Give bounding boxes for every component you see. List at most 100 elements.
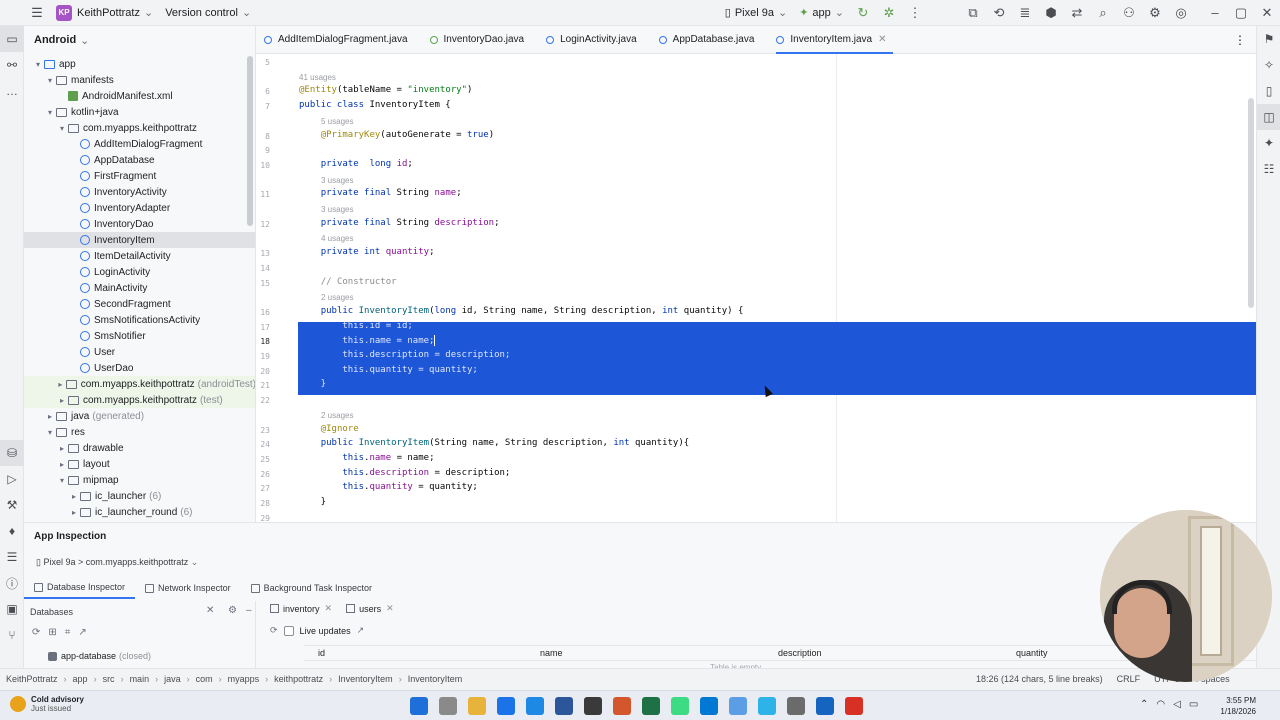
run-icon[interactable]: ▷ [0,466,24,492]
code-editor[interactable]: 5 41 usages 6 @Entity(tableName = "inventor… [256,54,1256,522]
code-line[interactable]: this.id = id; [299,321,412,331]
tree-item[interactable]: ▾ app [24,56,255,72]
notifications-icon[interactable]: ⚑ [1257,26,1280,52]
editor-tab[interactable]: AppDatabase.java [651,26,769,54]
breadcrumb-item[interactable]: myapps [228,674,260,684]
run-config-selector[interactable]: ✦ app ⌄ [793,0,850,26]
close-tab-icon[interactable]: ✕ [878,34,886,45]
expand-arrow-icon[interactable]: ▾ [56,124,68,133]
breadcrumb-item[interactable]: java [164,674,181,684]
tree-item[interactable]: InventoryItem [24,232,255,248]
query-icon[interactable]: ⌗ [65,627,71,638]
close-icon[interactable]: ✕ [325,603,333,614]
tree-item[interactable]: AddItemDialogFragment [24,136,255,152]
tree-item[interactable]: ▾ mipmap [24,472,255,488]
running-devices-icon[interactable]: ▯ [1257,78,1280,104]
column-description[interactable]: description [778,648,822,658]
device-manager-icon[interactable]: ⧉ [960,0,986,26]
battery-icon[interactable]: ▭ [1189,699,1198,710]
minimize-icon[interactable]: – [1202,0,1228,26]
debug-icon[interactable]: ✲ [876,0,902,26]
tree-item[interactable]: AndroidManifest.xml [24,88,255,104]
tree-item[interactable]: ▸ drawable [24,440,255,456]
tree-item[interactable]: InventoryActivity [24,184,255,200]
tree-item[interactable]: ▾ com.myapps.keithpottratz [24,120,255,136]
project-folder-icon[interactable]: ▭ [0,26,24,52]
taskbar-app-icon[interactable] [758,697,776,715]
taskbar-app-icon[interactable] [729,697,747,715]
breadcrumb-item[interactable]: KeithPottratz [6,674,58,684]
logcat-icon[interactable]: ☰ [0,544,24,570]
taskbar-app-icon[interactable] [555,697,573,715]
code-line[interactable]: @Ignore [299,424,359,434]
close-icon[interactable]: ✕ [386,603,394,614]
usages-hint[interactable]: 2 usages [321,293,353,302]
editor-scrollbar[interactable] [1248,98,1254,308]
tree-item[interactable]: ▸ layout [24,456,255,472]
app-inspection-icon[interactable]: ⛁ [0,440,24,466]
expand-arrow-icon[interactable]: ▸ [68,492,80,501]
taskbar-app-icon[interactable] [671,697,689,715]
code-line[interactable]: this.name = name; [299,453,434,463]
wifi-icon[interactable]: ◠ [1156,699,1165,710]
expand-arrow-icon[interactable]: ▸ [56,396,68,405]
more-options-icon[interactable]: ⋮ [902,0,928,26]
taskbar-app-icon[interactable] [439,697,457,715]
tree-item[interactable]: FirstFragment [24,168,255,184]
sdk-manager-icon[interactable]: ⬢ [1038,0,1064,26]
code-with-me-icon[interactable]: ⚇ [1116,0,1142,26]
chevron-up-icon[interactable]: ⌃ [1140,699,1148,710]
tab-options-icon[interactable]: ⋮ [1224,33,1256,47]
git-icon[interactable]: ⑂ [0,622,24,648]
editor-tab[interactable]: InventoryItem.java ✕ [768,26,900,54]
column-quantity[interactable]: quantity [1016,648,1048,658]
database-item[interactable]: app-database (closed) [48,651,151,661]
taskbar-app-icon[interactable] [526,697,544,715]
tree-item[interactable]: ▸ ic_launcher_round (6) [24,504,255,520]
refresh-icon[interactable]: ⟳ [32,627,40,638]
process-selector[interactable]: ▯ Pixel 9a > com.myapps.keithpottratz ⌄ [36,557,198,568]
tree-item[interactable]: SecondFragment [24,296,255,312]
clock[interactable]: 3:55 PM 1/18/2026 [1216,695,1256,717]
live-updates-checkbox[interactable] [283,625,294,636]
maximize-icon[interactable]: ▢ [1228,0,1254,26]
code-line[interactable]: // Constructor [299,277,397,287]
usages-hint[interactable]: 4 usages [321,234,353,243]
expand-arrow-icon[interactable]: ▾ [56,476,68,485]
usages-hint[interactable]: 41 usages [299,73,336,82]
breadcrumb-item[interactable]: src [103,674,115,684]
hamburger-menu-icon[interactable]: ☰ [24,0,50,26]
usages-hint[interactable]: 5 usages [321,117,353,126]
volume-icon[interactable]: ◁ [1173,699,1181,710]
code-line[interactable]: this.description = description; [299,350,510,360]
code-line[interactable]: this.name = name; [299,335,436,347]
refresh-icon[interactable]: ⟳ [270,625,278,636]
tree-item[interactable]: MainActivity [24,280,255,296]
project-scrollbar[interactable] [247,56,253,226]
open-link-icon[interactable]: ↗ [357,625,365,636]
tree-item[interactable]: User [24,344,255,360]
code-line[interactable]: public class InventoryItem { [299,100,451,110]
gemini-icon[interactable]: ✧ [1257,52,1280,78]
code-line[interactable]: } [299,497,326,507]
tab-inventory[interactable]: inventory ✕ [270,603,332,614]
tree-item[interactable]: ItemDetailActivity [24,248,255,264]
tree-item[interactable]: LoginActivity [24,264,255,280]
code-line[interactable]: this.description = description; [299,468,510,478]
code-line[interactable]: this.quantity = quantity; [299,482,478,492]
open-link-icon[interactable]: ↗ [78,627,86,638]
caret-position[interactable]: 18:26 (124 chars, 5 line breaks) [976,674,1103,684]
problems-icon[interactable]: ⓘ [0,570,24,596]
taskbar-app-icon[interactable] [410,697,428,715]
gear-icon[interactable]: ⚙ [228,605,237,616]
code-line[interactable]: } [299,379,326,389]
tree-item[interactable]: SmsNotifier [24,328,255,344]
taskbar-app-icon[interactable] [613,697,631,715]
device-selector[interactable]: ▯ Pixel 9a ⌄ [719,0,793,26]
sync-icon[interactable]: ⟲ [986,0,1012,26]
taskbar-app-icon[interactable] [816,697,834,715]
tab-network-inspector[interactable]: Network Inspector [135,577,241,599]
tab-users[interactable]: users ✕ [346,603,394,614]
taskbar-app-icon[interactable] [642,697,660,715]
editor-tab[interactable]: InventoryDao.java [422,26,539,54]
